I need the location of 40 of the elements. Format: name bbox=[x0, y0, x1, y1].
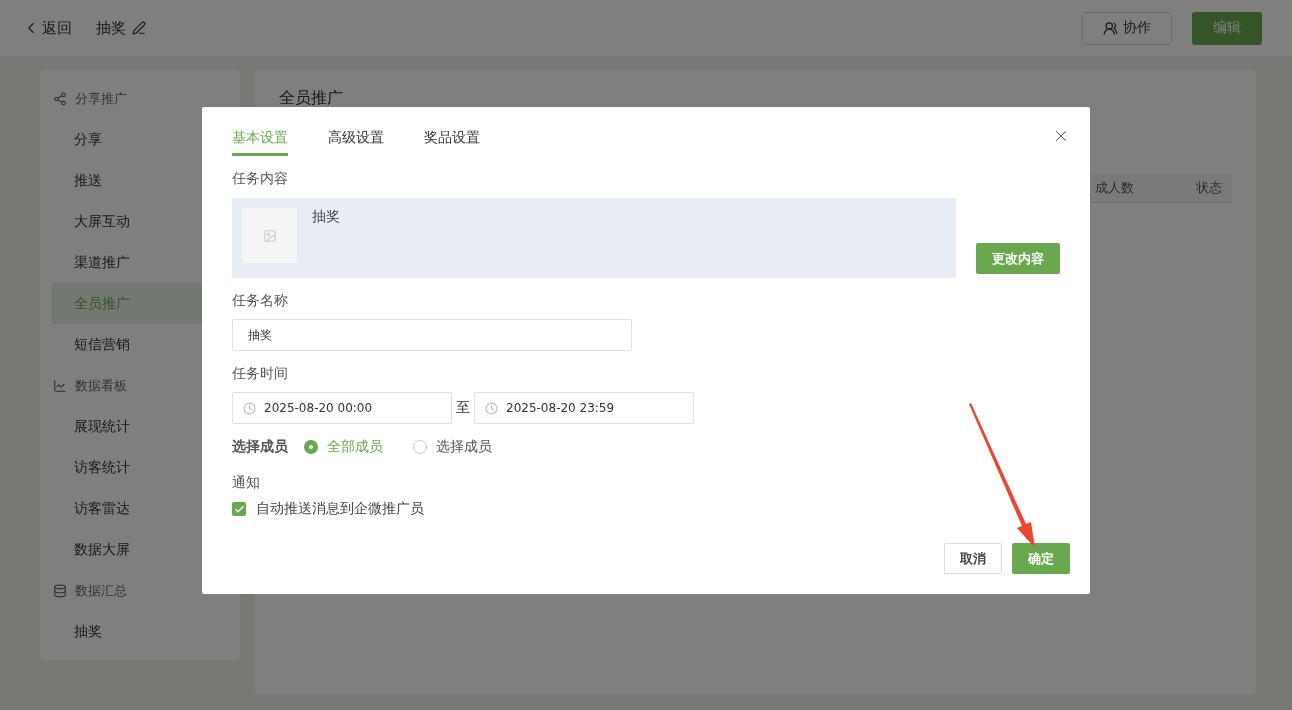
database-icon bbox=[53, 583, 67, 598]
range-separator: 至 bbox=[456, 399, 470, 417]
column-header: 状态 bbox=[1196, 178, 1222, 197]
sidebar-item[interactable]: 抽奖 bbox=[51, 611, 229, 652]
name-input-field[interactable]: 抽奖 bbox=[232, 319, 632, 351]
field-label: 任务内容 bbox=[232, 170, 289, 188]
checkbox-option[interactable]: 自动推送消息到企微推广员 bbox=[232, 500, 1070, 518]
radio-option[interactable]: 全部成员 bbox=[304, 438, 383, 456]
users-icon bbox=[1103, 20, 1118, 36]
change-content-button[interactable]: 更改内容 bbox=[976, 243, 1060, 274]
image-icon bbox=[262, 228, 277, 243]
dialog-tab[interactable]: 高级设置 bbox=[328, 121, 384, 156]
column-header: 成人数 bbox=[1095, 178, 1134, 197]
collaborate-button[interactable]: 协作 bbox=[1082, 11, 1172, 45]
field-label: 任务时间 bbox=[232, 365, 289, 383]
field-label: 选择成员 bbox=[232, 438, 288, 456]
start-time-field[interactable]: 2025-08-20 00:00 bbox=[232, 392, 452, 424]
dialog-tab[interactable]: 基本设置 bbox=[232, 121, 288, 156]
content-title: 抽奖 bbox=[312, 208, 340, 226]
dialog-tab[interactable]: 奖品设置 bbox=[424, 121, 480, 156]
radio-icon[interactable] bbox=[413, 440, 427, 454]
page-title: 抽奖 bbox=[96, 18, 126, 38]
radio-option[interactable]: 选择成员 bbox=[413, 438, 492, 456]
sidebar-group-title: 分享推广 bbox=[75, 89, 127, 108]
sidebar-group-title: 数据看板 bbox=[75, 376, 127, 395]
field-label: 通知 bbox=[232, 474, 261, 492]
sidebar-group-title: 数据汇总 bbox=[75, 581, 127, 600]
confirm-button[interactable]: 确定 bbox=[1012, 543, 1070, 574]
clock-icon bbox=[243, 401, 256, 415]
panel-title: 全员推广 bbox=[279, 88, 344, 109]
clock-icon bbox=[485, 401, 498, 415]
end-time-field[interactable]: 2025-08-20 23:59 bbox=[474, 392, 694, 424]
line-chart-icon bbox=[53, 378, 67, 393]
checkbox[interactable] bbox=[232, 502, 246, 516]
cancel-button[interactable]: 取消 bbox=[944, 543, 1002, 574]
radio-icon[interactable] bbox=[304, 440, 318, 454]
field-label: 任务名称 bbox=[232, 292, 289, 310]
share-icon bbox=[53, 91, 67, 106]
edit-icon[interactable] bbox=[132, 21, 146, 35]
back-link[interactable]: 返回 bbox=[22, 18, 72, 38]
